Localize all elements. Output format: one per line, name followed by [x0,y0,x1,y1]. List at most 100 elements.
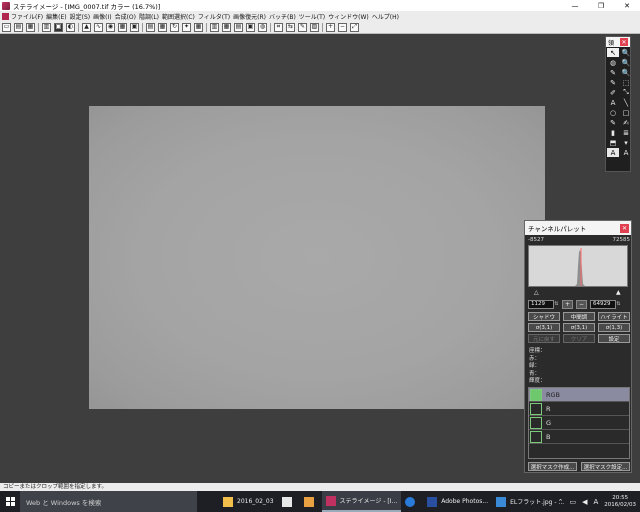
channel-visibility-checkbox[interactable] [530,416,542,429]
save-icon[interactable]: ▦ [26,22,35,32]
measure-tool-icon[interactable]: ✐ [607,88,619,97]
start-button[interactable] [0,491,20,512]
zoom-in-icon[interactable]: + [326,22,335,32]
select-tool-icon[interactable]: ↖ [607,48,619,57]
marquee-tool-icon[interactable]: ⬚ [620,78,632,87]
channel-palette-close-icon[interactable]: ✕ [620,223,629,233]
tool-palette-header[interactable]: 領 ✕ [606,37,630,47]
grid-icon[interactable]: ▦ [158,22,167,32]
zoom-tool-icon[interactable]: 🔍 [620,48,632,57]
channel-visibility-checkbox[interactable] [530,388,542,401]
curves-icon[interactable]: ∿ [94,22,103,32]
menu-image[interactable]: 画像(I) [93,12,111,21]
channel-row-r[interactable]: R [529,402,629,416]
text-tool-icon[interactable]: A [607,98,619,107]
tile-icon[interactable]: ▤ [234,22,243,32]
menu-window[interactable]: ウィンドウ(W) [328,12,369,21]
minimize-button[interactable]: — [562,0,588,11]
sigma-1-3-button[interactable]: σ(1,3) [598,323,630,332]
zoom-out-icon[interactable]: − [338,22,347,32]
ellipse-tool-icon[interactable]: ○ [607,108,619,117]
fit-window-icon[interactable]: ▣ [54,22,63,32]
fit-icon[interactable]: ⤢ [350,22,359,32]
menu-filter[interactable]: フィルタ(T) [198,12,230,21]
gradient-tool-icon[interactable]: ⬒ [607,138,619,147]
low-value-spinner-icon[interactable]: ⇅ [554,300,559,309]
close-button[interactable]: ✕ [614,0,640,11]
menu-tools[interactable]: ツール(T) [299,12,325,21]
pencil-icon[interactable]: ✎ [298,22,307,32]
eyedropper-tool-icon[interactable]: ✎ [607,68,619,77]
mask-icon[interactable]: ▦ [194,22,203,32]
mask-settings-button[interactable]: 選択マスク設定... [581,462,630,471]
rotate-icon[interactable]: ↻ [170,22,179,32]
window-icon[interactable]: ▣ [246,22,255,32]
fill-tool-icon[interactable]: ▮ [607,128,619,137]
dropper-tool-icon[interactable]: ▾ [620,138,632,147]
menu-selection[interactable]: 範囲選択(C) [162,12,195,21]
zoom-out-tool-icon[interactable]: 🔍 [620,58,632,67]
clear-button[interactable]: クリア [563,334,595,343]
high-value-spinner-icon[interactable]: ⇅ [616,300,621,309]
sigma-3-1-button[interactable]: σ(3,1) [528,323,560,332]
font-style-tool-icon[interactable]: A [620,148,632,157]
undo-button[interactable]: 元に戻す [528,334,560,343]
new-file-icon[interactable]: ▭ [2,22,11,32]
menu-batch[interactable]: バッチ(B) [269,12,296,21]
menu-edit[interactable]: 編集(E) [46,12,66,21]
clock[interactable]: 20:55 2016/02/03 [604,495,636,509]
level-slider[interactable]: △ ▲ [528,289,628,296]
taskbar-app-store[interactable] [278,491,300,512]
low-slider-handle-icon[interactable]: △ [534,289,539,296]
highlight-button[interactable]: ハイライト [598,312,630,321]
taskbar-search-input[interactable]: Web と Windows を検索 [20,491,197,512]
globe-icon[interactable]: ◍ [258,22,267,32]
channel-row-g[interactable]: G [529,416,629,430]
volume-icon[interactable]: ◀ [582,498,587,506]
composite-icon[interactable]: ▦ [222,22,231,32]
flat-icon[interactable]: ▣ [130,22,139,32]
columns-icon[interactable]: ▥ [210,22,219,32]
ime-indicator[interactable]: A [594,498,599,506]
crop-icon[interactable]: ⌗ [274,22,283,32]
high-value-input[interactable]: 64929 [590,299,616,309]
flip-icon[interactable]: ⇆ [286,22,295,32]
channel-row-b[interactable]: B [529,430,629,444]
transform-tool-icon[interactable]: ⤡ [620,88,632,97]
menu-composite[interactable]: 合成(O) [115,12,136,21]
chevron-up-icon[interactable]: ⌃ [558,498,564,506]
taskbar-app-stellaimage[interactable]: ステライメージ - [I... [321,491,402,512]
low-value-input[interactable]: 1129 [528,299,554,309]
taskbar-app-explorer[interactable]: 2016_02_03 [219,491,278,512]
image-canvas[interactable] [89,106,545,409]
hand-tool-icon[interactable]: ◍ [607,58,619,67]
line-tool-icon[interactable]: ╲ [620,98,632,107]
menu-help[interactable]: ヘルプ(H) [372,12,399,21]
levels-icon[interactable]: ▲ [82,22,91,32]
font-tool-icon[interactable]: A [607,148,619,157]
rectangle-tool-icon[interactable]: □ [620,108,632,117]
increase-button[interactable]: + [562,299,573,309]
brush-tool-icon[interactable]: ✎ [607,118,619,127]
stack-icon[interactable]: ▤ [146,22,155,32]
decrease-button[interactable]: − [576,299,587,309]
taskbar-app-edge[interactable] [401,491,423,512]
document-icon[interactable] [2,12,9,20]
stack-tool-icon[interactable]: ≣ [620,128,632,137]
channel-visibility-checkbox[interactable] [530,430,542,443]
sigma-3-1-button-2[interactable]: σ(3,1) [563,323,595,332]
histogram-icon[interactable]: ▥ [42,22,51,32]
settings-button[interactable]: 設定 [598,334,630,343]
network-icon[interactable]: ▭ [569,498,576,506]
menu-restore[interactable]: 画像復元(R) [233,12,266,21]
tool-palette-close-icon[interactable]: ✕ [620,38,628,46]
channel-palette-header[interactable]: チャンネルパレット ✕ [525,221,631,235]
stamp-tool-icon[interactable]: ✍ [620,118,632,127]
taskbar-app-media[interactable] [300,491,322,512]
menu-file[interactable]: ファイル(F) [11,12,43,21]
midtone-button[interactable]: 中間調 [563,312,595,321]
restore-button[interactable]: ❐ [588,0,614,11]
image-icon[interactable]: ▨ [310,22,319,32]
taskbar-app-photoshop[interactable]: Adobe Photos... [423,491,492,512]
zoom-icon[interactable]: ◐ [66,22,75,32]
